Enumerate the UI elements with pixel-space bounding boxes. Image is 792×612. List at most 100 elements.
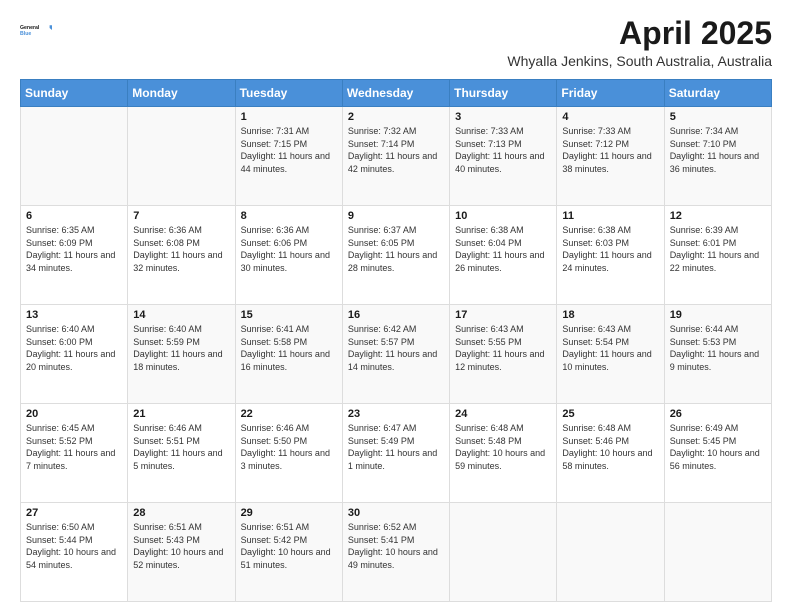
calendar-cell-3-2: 22 Sunrise: 6:46 AMSunset: 5:50 PMDaylig… — [235, 404, 342, 503]
calendar-cell-2-3: 16 Sunrise: 6:42 AMSunset: 5:57 PMDaylig… — [342, 305, 449, 404]
calendar-cell-2-6: 19 Sunrise: 6:44 AMSunset: 5:53 PMDaylig… — [664, 305, 771, 404]
header: General Blue April 2025 Whyalla Jenkins,… — [20, 16, 772, 69]
day-detail: Sunrise: 6:46 AMSunset: 5:51 PMDaylight:… — [133, 423, 222, 471]
day-number: 16 — [348, 309, 444, 321]
subtitle: Whyalla Jenkins, South Australia, Austra… — [507, 53, 772, 69]
day-detail: Sunrise: 6:48 AMSunset: 5:46 PMDaylight:… — [562, 423, 652, 471]
calendar-cell-3-0: 20 Sunrise: 6:45 AMSunset: 5:52 PMDaylig… — [21, 404, 128, 503]
header-tuesday: Tuesday — [235, 80, 342, 107]
calendar-cell-2-0: 13 Sunrise: 6:40 AMSunset: 6:00 PMDaylig… — [21, 305, 128, 404]
day-detail: Sunrise: 7:33 AMSunset: 7:13 PMDaylight:… — [455, 126, 544, 174]
calendar-cell-3-3: 23 Sunrise: 6:47 AMSunset: 5:49 PMDaylig… — [342, 404, 449, 503]
week-row-2: 6 Sunrise: 6:35 AMSunset: 6:09 PMDayligh… — [21, 206, 772, 305]
calendar-cell-2-5: 18 Sunrise: 6:43 AMSunset: 5:54 PMDaylig… — [557, 305, 664, 404]
day-detail: Sunrise: 6:44 AMSunset: 5:53 PMDaylight:… — [670, 324, 759, 372]
day-detail: Sunrise: 6:36 AMSunset: 6:08 PMDaylight:… — [133, 225, 222, 273]
day-number: 18 — [562, 309, 658, 321]
calendar-cell-1-1: 7 Sunrise: 6:36 AMSunset: 6:08 PMDayligh… — [128, 206, 235, 305]
day-number: 11 — [562, 210, 658, 222]
day-detail: Sunrise: 6:35 AMSunset: 6:09 PMDaylight:… — [26, 225, 115, 273]
calendar-header-row: SundayMondayTuesdayWednesdayThursdayFrid… — [21, 80, 772, 107]
calendar-cell-0-4: 3 Sunrise: 7:33 AMSunset: 7:13 PMDayligh… — [450, 107, 557, 206]
day-detail: Sunrise: 6:38 AMSunset: 6:04 PMDaylight:… — [455, 225, 544, 273]
week-row-1: 1 Sunrise: 7:31 AMSunset: 7:15 PMDayligh… — [21, 107, 772, 206]
day-detail: Sunrise: 6:48 AMSunset: 5:48 PMDaylight:… — [455, 423, 545, 471]
day-number: 13 — [26, 309, 122, 321]
day-number: 17 — [455, 309, 551, 321]
calendar-cell-4-0: 27 Sunrise: 6:50 AMSunset: 5:44 PMDaylig… — [21, 503, 128, 602]
day-number: 4 — [562, 111, 658, 123]
day-number: 30 — [348, 507, 444, 519]
day-number: 23 — [348, 408, 444, 420]
calendar-cell-3-6: 26 Sunrise: 6:49 AMSunset: 5:45 PMDaylig… — [664, 404, 771, 503]
day-detail: Sunrise: 7:33 AMSunset: 7:12 PMDaylight:… — [562, 126, 651, 174]
calendar-cell-3-1: 21 Sunrise: 6:46 AMSunset: 5:51 PMDaylig… — [128, 404, 235, 503]
calendar-cell-4-3: 30 Sunrise: 6:52 AMSunset: 5:41 PMDaylig… — [342, 503, 449, 602]
day-number: 19 — [670, 309, 766, 321]
header-saturday: Saturday — [664, 80, 771, 107]
day-number: 25 — [562, 408, 658, 420]
calendar-cell-1-6: 12 Sunrise: 6:39 AMSunset: 6:01 PMDaylig… — [664, 206, 771, 305]
day-detail: Sunrise: 6:42 AMSunset: 5:57 PMDaylight:… — [348, 324, 437, 372]
calendar-cell-0-1 — [128, 107, 235, 206]
day-number: 2 — [348, 111, 444, 123]
day-number: 9 — [348, 210, 444, 222]
day-detail: Sunrise: 6:50 AMSunset: 5:44 PMDaylight:… — [26, 522, 116, 570]
day-detail: Sunrise: 6:47 AMSunset: 5:49 PMDaylight:… — [348, 423, 437, 471]
calendar-cell-1-3: 9 Sunrise: 6:37 AMSunset: 6:05 PMDayligh… — [342, 206, 449, 305]
day-detail: Sunrise: 6:43 AMSunset: 5:54 PMDaylight:… — [562, 324, 651, 372]
calendar-cell-4-2: 29 Sunrise: 6:51 AMSunset: 5:42 PMDaylig… — [235, 503, 342, 602]
calendar-cell-3-5: 25 Sunrise: 6:48 AMSunset: 5:46 PMDaylig… — [557, 404, 664, 503]
day-detail: Sunrise: 6:49 AMSunset: 5:45 PMDaylight:… — [670, 423, 760, 471]
header-monday: Monday — [128, 80, 235, 107]
logo-icon: General Blue — [20, 16, 52, 44]
day-number: 7 — [133, 210, 229, 222]
week-row-4: 20 Sunrise: 6:45 AMSunset: 5:52 PMDaylig… — [21, 404, 772, 503]
day-detail: Sunrise: 6:52 AMSunset: 5:41 PMDaylight:… — [348, 522, 438, 570]
day-detail: Sunrise: 7:34 AMSunset: 7:10 PMDaylight:… — [670, 126, 759, 174]
day-number: 15 — [241, 309, 337, 321]
day-number: 29 — [241, 507, 337, 519]
calendar-table: SundayMondayTuesdayWednesdayThursdayFrid… — [20, 79, 772, 602]
day-number: 1 — [241, 111, 337, 123]
day-detail: Sunrise: 6:37 AMSunset: 6:05 PMDaylight:… — [348, 225, 437, 273]
day-number: 3 — [455, 111, 551, 123]
calendar-cell-4-5 — [557, 503, 664, 602]
page: General Blue April 2025 Whyalla Jenkins,… — [0, 0, 792, 612]
calendar-cell-1-0: 6 Sunrise: 6:35 AMSunset: 6:09 PMDayligh… — [21, 206, 128, 305]
calendar-cell-4-6 — [664, 503, 771, 602]
svg-text:General: General — [20, 25, 40, 31]
day-detail: Sunrise: 7:32 AMSunset: 7:14 PMDaylight:… — [348, 126, 437, 174]
day-number: 20 — [26, 408, 122, 420]
calendar-cell-1-4: 10 Sunrise: 6:38 AMSunset: 6:04 PMDaylig… — [450, 206, 557, 305]
day-number: 28 — [133, 507, 229, 519]
day-detail: Sunrise: 6:45 AMSunset: 5:52 PMDaylight:… — [26, 423, 115, 471]
calendar-cell-4-4 — [450, 503, 557, 602]
calendar-cell-0-6: 5 Sunrise: 7:34 AMSunset: 7:10 PMDayligh… — [664, 107, 771, 206]
calendar-cell-1-2: 8 Sunrise: 6:36 AMSunset: 6:06 PMDayligh… — [235, 206, 342, 305]
day-number: 24 — [455, 408, 551, 420]
calendar-cell-2-4: 17 Sunrise: 6:43 AMSunset: 5:55 PMDaylig… — [450, 305, 557, 404]
calendar-cell-0-2: 1 Sunrise: 7:31 AMSunset: 7:15 PMDayligh… — [235, 107, 342, 206]
header-thursday: Thursday — [450, 80, 557, 107]
svg-text:Blue: Blue — [20, 31, 31, 37]
day-number: 26 — [670, 408, 766, 420]
day-number: 21 — [133, 408, 229, 420]
header-wednesday: Wednesday — [342, 80, 449, 107]
day-number: 27 — [26, 507, 122, 519]
main-title: April 2025 — [507, 16, 772, 51]
week-row-3: 13 Sunrise: 6:40 AMSunset: 6:00 PMDaylig… — [21, 305, 772, 404]
day-detail: Sunrise: 6:40 AMSunset: 5:59 PMDaylight:… — [133, 324, 222, 372]
header-friday: Friday — [557, 80, 664, 107]
day-detail: Sunrise: 6:40 AMSunset: 6:00 PMDaylight:… — [26, 324, 115, 372]
logo: General Blue — [20, 16, 52, 44]
day-detail: Sunrise: 7:31 AMSunset: 7:15 PMDaylight:… — [241, 126, 330, 174]
calendar-cell-0-5: 4 Sunrise: 7:33 AMSunset: 7:12 PMDayligh… — [557, 107, 664, 206]
title-block: April 2025 Whyalla Jenkins, South Austra… — [507, 16, 772, 69]
day-detail: Sunrise: 6:46 AMSunset: 5:50 PMDaylight:… — [241, 423, 330, 471]
day-number: 22 — [241, 408, 337, 420]
day-number: 6 — [26, 210, 122, 222]
calendar-cell-3-4: 24 Sunrise: 6:48 AMSunset: 5:48 PMDaylig… — [450, 404, 557, 503]
day-number: 5 — [670, 111, 766, 123]
day-detail: Sunrise: 6:43 AMSunset: 5:55 PMDaylight:… — [455, 324, 544, 372]
